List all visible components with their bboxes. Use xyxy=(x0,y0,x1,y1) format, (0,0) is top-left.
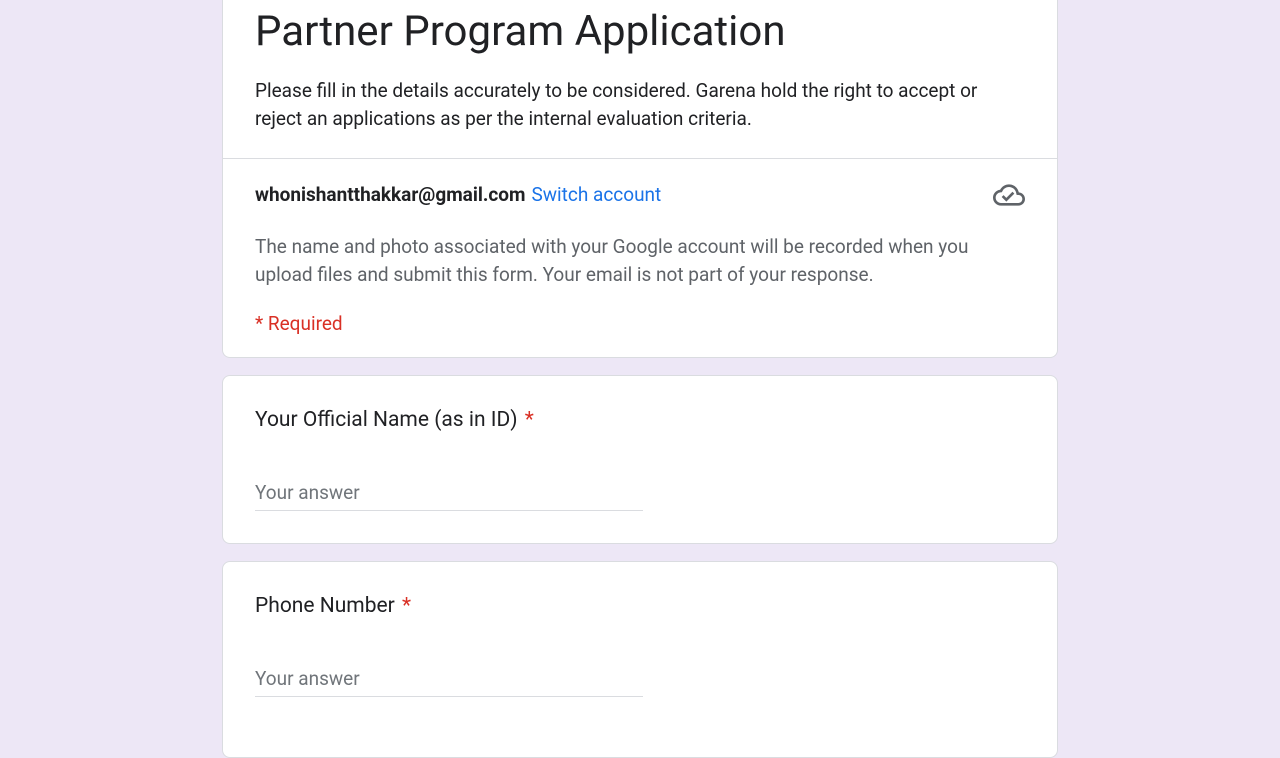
account-disclosure: The name and photo associated with your … xyxy=(255,233,1025,290)
required-asterisk: * xyxy=(525,408,534,432)
form-header-card: Partner Program Application Please fill … xyxy=(222,0,1058,358)
required-legend: * Required xyxy=(255,312,1025,335)
question-label: Your Official Name (as in ID) * xyxy=(255,406,1025,435)
switch-account-link[interactable]: Switch account xyxy=(531,183,661,206)
account-email: whonishantthakkar@gmail.com xyxy=(255,183,525,206)
question-card-phone: Phone Number * xyxy=(222,561,1058,758)
required-asterisk: * xyxy=(402,594,411,618)
name-input[interactable] xyxy=(255,475,643,511)
account-info: whonishantthakkar@gmail.com Switch accou… xyxy=(255,183,661,206)
form-description: Please fill in the details accurately to… xyxy=(255,69,1025,134)
account-row: whonishantthakkar@gmail.com Switch accou… xyxy=(255,179,1025,211)
header-content: Partner Program Application Please fill … xyxy=(223,0,1057,158)
cloud-done-icon xyxy=(993,179,1025,211)
question-card-name: Your Official Name (as in ID) * xyxy=(222,375,1058,544)
question-label-text: Phone Number xyxy=(255,594,395,618)
phone-input[interactable] xyxy=(255,661,643,697)
form-title: Partner Program Application xyxy=(255,0,1025,69)
form-container: Partner Program Application Please fill … xyxy=(222,0,1058,758)
account-section: whonishantthakkar@gmail.com Switch accou… xyxy=(223,158,1057,357)
question-label-text: Your Official Name (as in ID) xyxy=(255,408,518,432)
question-label: Phone Number * xyxy=(255,592,1025,621)
